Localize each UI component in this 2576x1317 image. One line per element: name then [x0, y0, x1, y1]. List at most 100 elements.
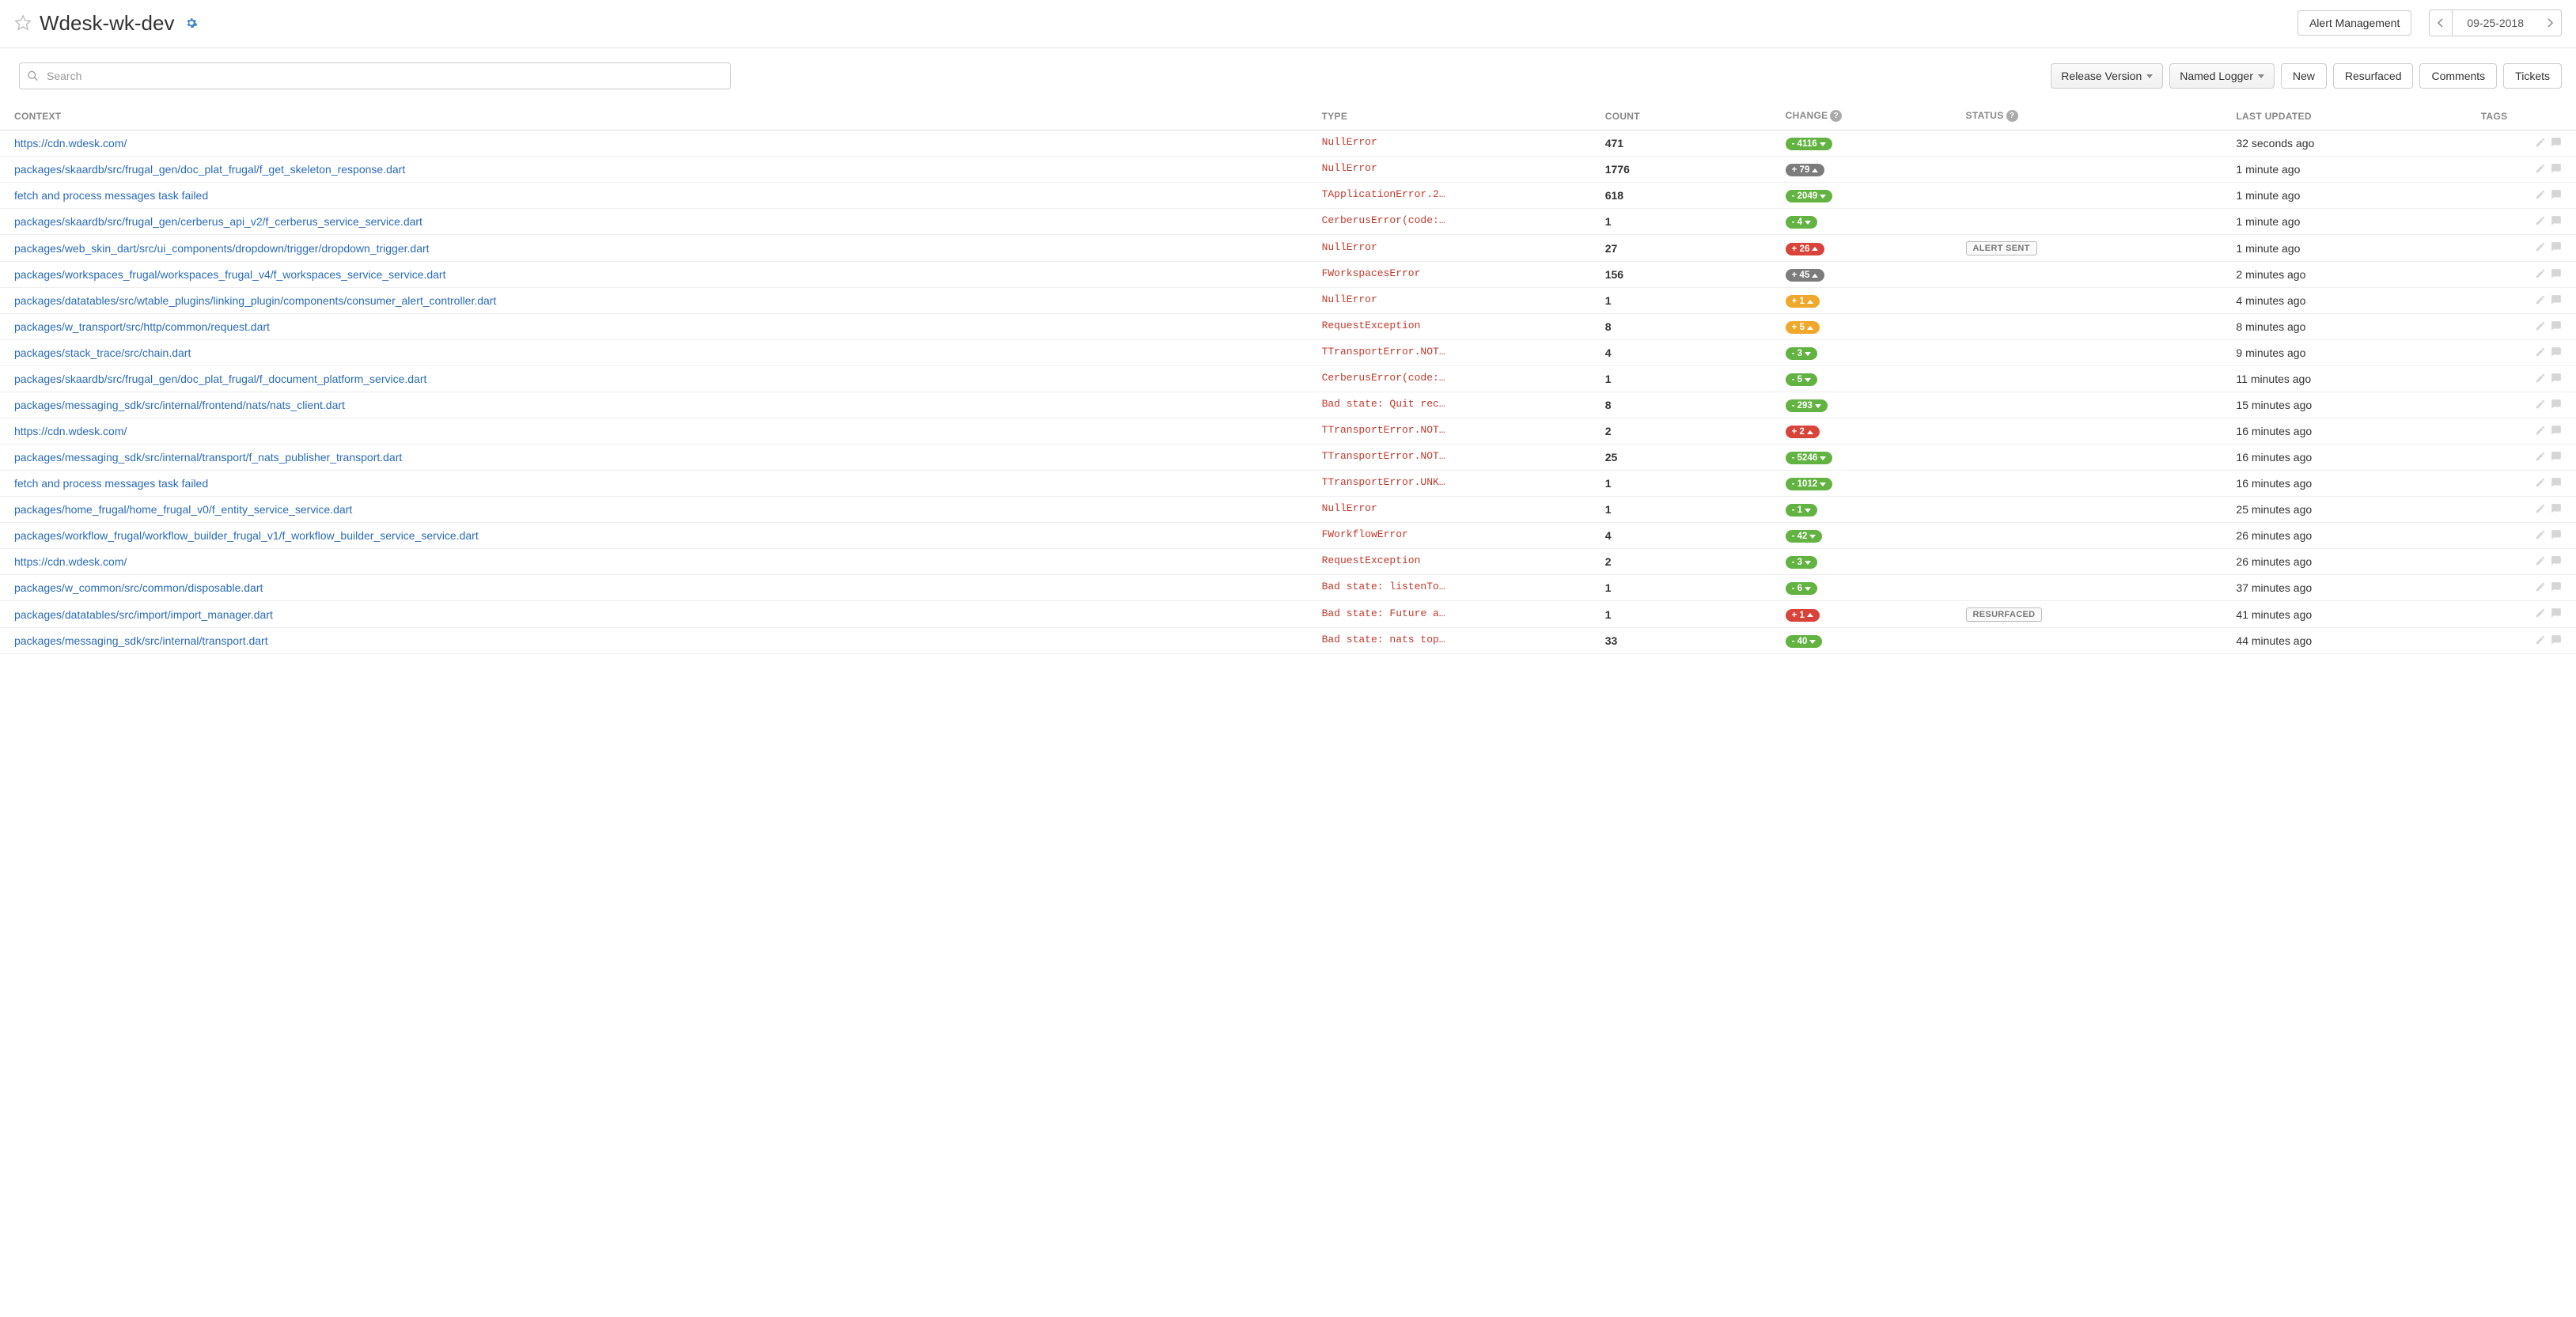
edit-icon[interactable] — [2535, 399, 2546, 410]
context-link[interactable]: packages/messaging_sdk/src/internal/tran… — [14, 451, 402, 464]
comment-icon[interactable] — [2551, 581, 2562, 592]
context-link[interactable]: packages/skaardb/src/frugal_gen/doc_plat… — [14, 373, 426, 385]
col-last-updated[interactable]: LAST UPDATED — [2228, 104, 2472, 131]
change-badge: - 42 — [1786, 530, 1823, 543]
context-link[interactable]: packages/messaging_sdk/src/internal/fron… — [14, 399, 345, 411]
arrow-up-icon — [1812, 274, 1818, 278]
count-value: 1 — [1605, 581, 1612, 594]
arrow-up-icon — [1807, 613, 1813, 617]
context-link[interactable]: packages/datatables/src/wtable_plugins/l… — [14, 294, 496, 307]
comment-icon[interactable] — [2551, 373, 2562, 384]
col-status[interactable]: STATUS? — [1958, 104, 2229, 131]
tickets-tab[interactable]: Tickets — [2503, 63, 2562, 89]
context-link[interactable]: fetch and process messages task failed — [14, 189, 208, 202]
help-icon[interactable]: ? — [2006, 110, 2018, 122]
arrow-down-icon — [1805, 378, 1811, 382]
edit-icon[interactable] — [2535, 555, 2546, 566]
edit-icon[interactable] — [2535, 529, 2546, 540]
gear-icon[interactable] — [185, 17, 198, 29]
arrow-down-icon — [1820, 483, 1826, 486]
release-version-dropdown[interactable]: Release Version — [2051, 63, 2163, 89]
edit-icon[interactable] — [2535, 241, 2546, 252]
context-link[interactable]: packages/web_skin_dart/src/ui_components… — [14, 242, 430, 255]
arrow-down-icon — [1805, 561, 1811, 565]
col-change[interactable]: CHANGE? — [1778, 104, 1958, 131]
comment-icon[interactable] — [2551, 607, 2562, 619]
edit-icon[interactable] — [2535, 215, 2546, 226]
table-row: packages/skaardb/src/frugal_gen/doc_plat… — [0, 157, 2576, 183]
named-logger-dropdown[interactable]: Named Logger — [2169, 63, 2275, 89]
context-link[interactable]: packages/messaging_sdk/src/internal/tran… — [14, 634, 268, 647]
comment-icon[interactable] — [2551, 268, 2562, 279]
resurfaced-tab[interactable]: Resurfaced — [2333, 63, 2414, 89]
arrow-down-icon — [1820, 142, 1826, 146]
context-link[interactable]: packages/skaardb/src/frugal_gen/cerberus… — [14, 215, 422, 228]
date-prev-button[interactable] — [2429, 9, 2453, 36]
comment-icon[interactable] — [2551, 529, 2562, 540]
edit-icon[interactable] — [2535, 581, 2546, 592]
context-link[interactable]: packages/skaardb/src/frugal_gen/doc_plat… — [14, 163, 405, 176]
context-link[interactable]: packages/w_common/src/common/disposable.… — [14, 581, 263, 594]
arrow-down-icon — [1805, 221, 1811, 225]
context-link[interactable]: https://cdn.wdesk.com/ — [14, 425, 127, 437]
filter-group: Release Version Named Logger New Resurfa… — [2051, 63, 2562, 89]
context-link[interactable]: packages/w_transport/src/http/common/req… — [14, 320, 270, 333]
comment-icon[interactable] — [2551, 503, 2562, 514]
comment-icon[interactable] — [2551, 477, 2562, 488]
type-value: NullError — [1322, 162, 1377, 174]
edit-icon[interactable] — [2535, 477, 2546, 488]
edit-icon[interactable] — [2535, 373, 2546, 384]
comment-icon[interactable] — [2551, 137, 2562, 148]
context-link[interactable]: packages/home_frugal/home_frugal_v0/f_en… — [14, 503, 352, 516]
comment-icon[interactable] — [2551, 215, 2562, 226]
comment-icon[interactable] — [2551, 399, 2562, 410]
edit-icon[interactable] — [2535, 268, 2546, 279]
alert-management-button[interactable]: Alert Management — [2298, 10, 2411, 36]
comment-icon[interactable] — [2551, 451, 2562, 462]
edit-icon[interactable] — [2535, 607, 2546, 619]
col-context[interactable]: CONTEXT — [0, 104, 1314, 131]
context-link[interactable]: packages/stack_trace/src/chain.dart — [14, 346, 191, 359]
comment-icon[interactable] — [2551, 189, 2562, 200]
edit-icon[interactable] — [2535, 346, 2546, 358]
comment-icon[interactable] — [2551, 425, 2562, 436]
edit-icon[interactable] — [2535, 425, 2546, 436]
page-title: Wdesk-wk-dev — [40, 11, 174, 36]
col-type[interactable]: TYPE — [1314, 104, 1597, 131]
last-updated-value: 26 minutes ago — [2236, 529, 2312, 542]
change-value: - 2049 — [1792, 191, 1818, 201]
star-icon[interactable] — [14, 14, 32, 32]
comment-icon[interactable] — [2551, 555, 2562, 566]
context-link[interactable]: packages/workflow_frugal/workflow_builde… — [14, 529, 479, 542]
help-icon[interactable]: ? — [1830, 110, 1842, 122]
row-actions — [2535, 503, 2562, 514]
context-link[interactable]: packages/datatables/src/import/import_ma… — [14, 608, 273, 621]
context-link[interactable]: https://cdn.wdesk.com/ — [14, 137, 127, 149]
new-tab[interactable]: New — [2281, 63, 2327, 89]
comment-icon[interactable] — [2551, 294, 2562, 305]
change-value: - 1 — [1792, 505, 1802, 515]
context-link[interactable]: https://cdn.wdesk.com/ — [14, 555, 127, 568]
edit-icon[interactable] — [2535, 503, 2546, 514]
comment-icon[interactable] — [2551, 163, 2562, 174]
date-next-button[interactable] — [2538, 9, 2562, 36]
date-display[interactable]: 09-25-2018 — [2453, 9, 2538, 36]
edit-icon[interactable] — [2535, 189, 2546, 200]
context-link[interactable]: fetch and process messages task failed — [14, 477, 208, 490]
edit-icon[interactable] — [2535, 294, 2546, 305]
comments-tab[interactable]: Comments — [2419, 63, 2497, 89]
edit-icon[interactable] — [2535, 137, 2546, 148]
edit-icon[interactable] — [2535, 451, 2546, 462]
col-count[interactable]: COUNT — [1597, 104, 1778, 131]
edit-icon[interactable] — [2535, 163, 2546, 174]
table-row: https://cdn.wdesk.com/ RequestException … — [0, 549, 2576, 575]
comment-icon[interactable] — [2551, 634, 2562, 645]
comment-icon[interactable] — [2551, 320, 2562, 331]
comment-icon[interactable] — [2551, 241, 2562, 252]
context-link[interactable]: packages/workspaces_frugal/workspaces_fr… — [14, 268, 446, 281]
search-input[interactable] — [19, 62, 731, 89]
comment-icon[interactable] — [2551, 346, 2562, 358]
edit-icon[interactable] — [2535, 320, 2546, 331]
edit-icon[interactable] — [2535, 634, 2546, 645]
col-tags[interactable]: TAGS — [2473, 104, 2576, 131]
